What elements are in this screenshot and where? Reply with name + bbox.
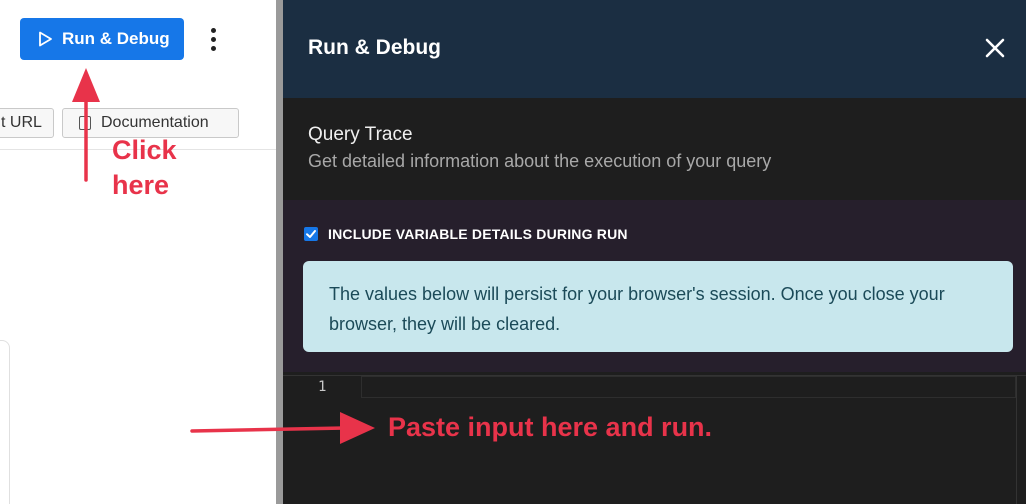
app-main-pane: Run & Debug t URL Documentation — [0, 0, 276, 504]
run-debug-button-label: Run & Debug — [62, 29, 170, 48]
editor-current-line[interactable] — [361, 376, 1016, 398]
document-icon — [79, 116, 91, 130]
click-here-line-1: Click — [112, 135, 177, 165]
query-trace-title: Query Trace — [308, 124, 413, 145]
content-card — [0, 340, 10, 504]
panel-resize-handle[interactable] — [276, 0, 283, 504]
documentation-button-label: Documentation — [101, 114, 209, 131]
info-alert-text: The values below will persist for your b… — [329, 284, 945, 334]
kebab-menu-icon[interactable] — [201, 24, 225, 54]
panel-title: Run & Debug — [308, 36, 441, 59]
run-debug-button[interactable]: Run & Debug — [20, 18, 184, 60]
click-here-line-2: here — [112, 170, 170, 200]
include-variables-label: INCLUDE VARIABLE DETAILS DURING RUN — [328, 226, 628, 242]
query-trace-section: Query Trace Get detailed information abo… — [283, 98, 1026, 200]
info-alert: The values below will persist for your b… — [303, 261, 1013, 352]
copy-url-button-label: t URL — [1, 114, 42, 131]
play-icon — [39, 31, 52, 47]
close-icon[interactable] — [983, 36, 1007, 60]
app-toolbar: Run & Debug t URL Documentation — [0, 0, 276, 150]
panel-header: Run & Debug — [283, 0, 1026, 98]
variables-section: INCLUDE VARIABLE DETAILS DURING RUN The … — [283, 200, 1026, 372]
include-variables-checkbox[interactable] — [304, 227, 318, 241]
paste-input-annotation: Paste input here and run. — [388, 412, 713, 442]
click-here-annotation: Click here — [112, 133, 177, 203]
copy-url-button[interactable]: t URL — [0, 108, 54, 138]
query-trace-subtitle: Get detailed information about the execu… — [308, 151, 772, 171]
line-number: 1 — [318, 379, 327, 395]
editor-scrollbar[interactable] — [1016, 376, 1026, 504]
screen: Run & Debug t URL Documentation Click he… — [0, 0, 1026, 504]
